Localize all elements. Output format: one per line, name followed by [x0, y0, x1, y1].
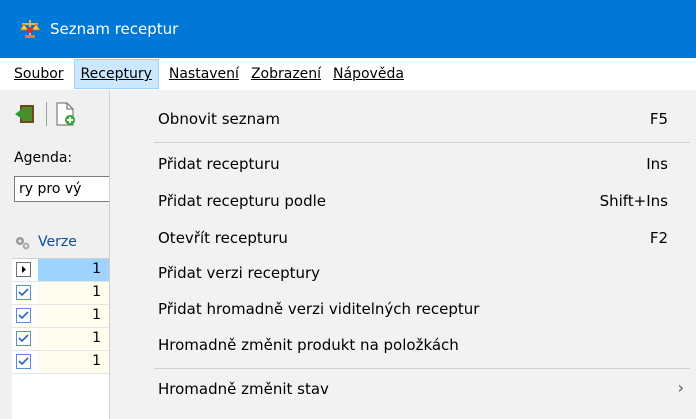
exit-door-icon[interactable]	[14, 104, 36, 124]
menu-item-zmenit-stav[interactable]: Hromadně změnit stav ›	[110, 374, 696, 404]
row-checkbox[interactable]	[16, 331, 31, 346]
menu-item-shortcut: F2	[649, 229, 668, 247]
row-checkbox[interactable]	[16, 308, 31, 323]
menu-nastaveni[interactable]: Nastavení	[163, 59, 245, 89]
scales-app-icon	[19, 20, 41, 38]
menu-soubor[interactable]: Soubor	[8, 59, 70, 89]
menu-separator	[154, 368, 690, 369]
menu-item-label: Přidat recepturu	[158, 155, 280, 173]
menu-item-shortcut: Ins	[646, 155, 668, 173]
version-cell[interactable]: 1	[38, 351, 115, 373]
menu-receptury-label: Receptury	[80, 66, 152, 82]
version-cell[interactable]: 1	[38, 328, 115, 350]
table-row[interactable]: 1	[12, 259, 115, 282]
menu-item-shortcut: Shift+Ins	[599, 192, 668, 210]
checkmark-icon	[18, 311, 29, 320]
gears-icon[interactable]	[14, 235, 32, 251]
row-checkbox[interactable]	[16, 285, 31, 300]
receptury-dropdown-menu: Obnovit seznam F5 Přidat recepturu Ins P…	[110, 90, 696, 419]
version-cell[interactable]: 1	[38, 305, 115, 327]
toolbar-separator	[46, 102, 47, 126]
row-pointer-icon	[22, 266, 26, 273]
menu-napoveda[interactable]: Nápověda	[327, 59, 410, 89]
version-cell[interactable]: 1	[38, 282, 115, 304]
menu-zobrazeni[interactable]: Zobrazení	[245, 59, 327, 89]
table-row[interactable]: 1	[12, 351, 115, 374]
table-row[interactable]: 1	[12, 282, 115, 305]
menu-item-label: Otevřít recepturu	[158, 229, 288, 247]
menu-item-otevrit-recepturu[interactable]: Otevřít recepturu F2	[110, 223, 696, 253]
title-bar: Seznam receptur	[0, 0, 696, 58]
version-value: 1	[92, 261, 101, 277]
version-value: 1	[92, 284, 101, 300]
agenda-label: Agenda:	[14, 150, 73, 166]
menu-item-label: Obnovit seznam	[158, 110, 280, 128]
menu-separator	[154, 142, 690, 143]
checkmark-icon	[18, 357, 29, 366]
version-cell[interactable]: 1	[38, 259, 115, 281]
menu-nastaveni-label: Nastavení	[168, 66, 239, 82]
submenu-arrow-icon: ›	[677, 378, 684, 397]
table-row[interactable]: 1	[12, 305, 115, 328]
toolbar	[0, 90, 115, 140]
menu-napoveda-label: Nápověda	[333, 66, 404, 82]
menu-item-obnovit-seznam[interactable]: Obnovit seznam F5	[110, 104, 696, 134]
grid-header: Verze	[12, 228, 115, 259]
version-value: 1	[92, 307, 101, 323]
version-value: 1	[92, 330, 101, 346]
menu-item-pridat-verzi[interactable]: Přidat verzi receptury	[110, 258, 696, 288]
agenda-select[interactable]: ry pro vý	[14, 176, 124, 202]
menu-item-pridat-recepturu-podle[interactable]: Přidat recepturu podle Shift+Ins	[110, 186, 696, 216]
menu-receptury[interactable]: Receptury	[73, 59, 159, 89]
menu-item-zmenit-produkt[interactable]: Hromadně změnit produkt na položkách	[110, 330, 696, 360]
menu-soubor-label: Soubor	[14, 66, 64, 82]
window-title: Seznam receptur	[50, 20, 179, 38]
menu-item-label: Hromadně změnit produkt na položkách	[158, 336, 459, 354]
checkmark-icon	[18, 334, 29, 343]
row-checkbox[interactable]	[16, 262, 31, 277]
menu-item-label: Hromadně změnit stav	[158, 380, 329, 398]
menu-zobrazeni-label: Zobrazení	[250, 66, 322, 82]
recipe-grid: Verze 1 1 1 1 1	[12, 228, 115, 419]
version-value: 1	[92, 353, 101, 369]
menu-item-label: Přidat recepturu podle	[158, 192, 326, 210]
menu-item-shortcut: F5	[649, 110, 668, 128]
menu-bar: Soubor Receptury Nastavení Zobrazení Náp…	[0, 58, 696, 90]
menu-item-pridat-recepturu[interactable]: Přidat recepturu Ins	[110, 149, 696, 179]
column-header-verze[interactable]: Verze	[38, 234, 77, 250]
row-checkbox[interactable]	[16, 354, 31, 369]
menu-item-pridat-hromadne-verzi[interactable]: Přidat hromadně verzi viditelných recept…	[110, 294, 696, 324]
checkmark-icon	[18, 288, 29, 297]
menu-item-label: Přidat hromadně verzi viditelných recept…	[158, 300, 480, 318]
new-document-icon[interactable]	[54, 102, 76, 126]
table-row[interactable]: 1	[12, 328, 115, 351]
menu-item-label: Přidat verzi receptury	[158, 264, 321, 282]
